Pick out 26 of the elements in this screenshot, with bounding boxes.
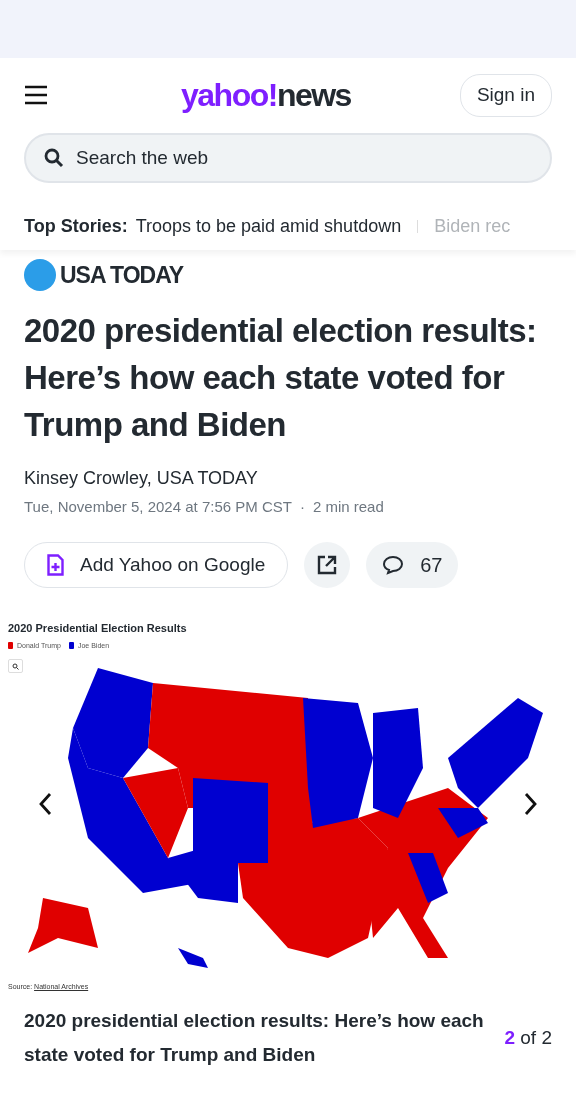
slide-counter: 2 of 2 [504, 1026, 552, 1050]
author-name[interactable]: Kinsey Crowley, USA TODAY [24, 464, 552, 492]
source-logo-icon [24, 258, 56, 291]
publish-date: Tue, November 5, 2024 at 7:56 PM CST [24, 496, 292, 517]
share-icon [317, 555, 338, 576]
chevron-left-icon [38, 791, 52, 816]
comment-icon [382, 555, 405, 576]
separator-dot: · [299, 496, 305, 517]
search-icon [12, 662, 19, 670]
zoom-button[interactable] [8, 659, 23, 674]
add-yahoo-button[interactable]: Add Yahoo on Google [24, 542, 289, 589]
search-field[interactable]: Search the web [24, 132, 552, 183]
menu-icon[interactable] [24, 85, 48, 106]
read-time: 2 min read [312, 496, 384, 517]
document-plus-icon [47, 554, 64, 577]
top-stories-label: Top Stories: [24, 214, 128, 238]
comments-button[interactable]: 67 [366, 542, 459, 589]
logo[interactable]: yahoo!news [181, 79, 351, 112]
chevron-right-icon [524, 791, 538, 816]
story-link[interactable]: Troops to be paid amid shutdown [135, 212, 402, 240]
image-caption: 2020 presidential election results: Here’s how each state voted for Trump and Biden [24, 1009, 485, 1068]
article-title: 2020 presidential election results: Here’s how each state voted for Trump and Biden [24, 311, 538, 445]
source-name[interactable]: USA TODAY [60, 257, 184, 292]
search-icon [44, 147, 64, 168]
image-title: 2020 Presidential Election Results [8, 621, 188, 637]
sign-in-button[interactable]: Sign in [459, 74, 552, 117]
